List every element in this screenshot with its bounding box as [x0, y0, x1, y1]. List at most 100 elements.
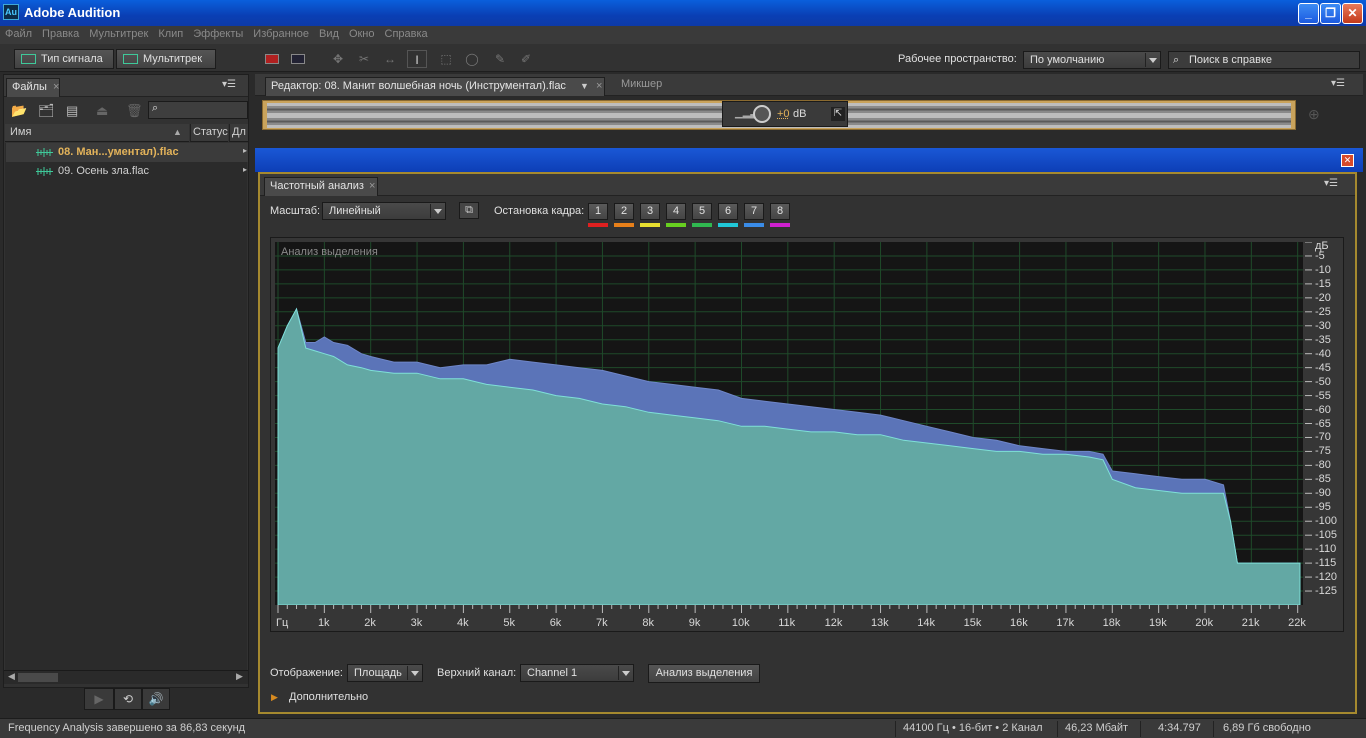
- hold-color-indicator: [614, 223, 634, 227]
- column-name-label: Имя: [10, 126, 32, 138]
- open-folder-icon[interactable]: 📂: [11, 103, 27, 119]
- trash-icon[interactable]: 🗑: [126, 103, 143, 119]
- minimize-button[interactable]: _: [1298, 3, 1319, 24]
- workspace-label: Рабочее пространство:: [898, 53, 1017, 65]
- help-search-input[interactable]: ⌕ Поиск в справке: [1168, 51, 1360, 69]
- x-tick-label: 18k: [1102, 617, 1121, 629]
- waveform-mode-button[interactable]: Тип сигнала: [14, 49, 114, 69]
- brush-tool-icon[interactable]: ✎: [490, 50, 510, 68]
- hold-color-indicator: [692, 223, 712, 227]
- close-window-button[interactable]: ✕: [1342, 3, 1363, 24]
- column-duration[interactable]: Дл: [229, 124, 248, 142]
- time-selection-tool-icon[interactable]: I: [407, 50, 427, 68]
- hold-button-4[interactable]: 4: [666, 203, 686, 220]
- open-append-icon[interactable]: 🗂: [38, 103, 55, 119]
- multitrack-mode-button[interactable]: Мультитрек: [116, 49, 216, 69]
- pin-icon[interactable]: ⇱: [831, 107, 845, 121]
- hold-button-3[interactable]: 3: [640, 203, 660, 220]
- spectral-display-icon[interactable]: [262, 50, 282, 68]
- floating-frame-titlebar[interactable]: ✕: [255, 148, 1363, 172]
- channel-select[interactable]: Channel 1: [520, 664, 634, 682]
- menu-effects[interactable]: Эффекты: [188, 26, 248, 40]
- sort-ascending-icon: ▲: [173, 127, 182, 137]
- channel-label: Верхний канал:: [437, 667, 517, 679]
- column-name[interactable]: Имя ▲: [5, 124, 189, 142]
- x-tick-label: Гц: [276, 617, 289, 629]
- menu-file[interactable]: Файл: [0, 26, 37, 40]
- move-tool-icon[interactable]: ✥: [328, 50, 348, 68]
- list-item[interactable]: 08. Ман...ументал).flac: [6, 143, 248, 162]
- workspace-select[interactable]: По умолчанию: [1023, 51, 1161, 69]
- display-select[interactable]: Площадь: [347, 664, 423, 682]
- tab-editor[interactable]: Редактор: 08. Манит волшебная ночь (Инст…: [265, 77, 605, 96]
- menu-edit[interactable]: Правка: [37, 26, 84, 40]
- advanced-toggle[interactable]: Дополнительно: [289, 691, 368, 703]
- scroll-thumb[interactable]: [18, 673, 58, 682]
- slip-tool-icon[interactable]: ↔: [380, 50, 400, 68]
- y-tick-label: -40: [1315, 347, 1331, 360]
- menu-multitrack[interactable]: Мультитрек: [84, 26, 153, 40]
- y-tick-label: -70: [1315, 431, 1331, 444]
- analyze-selection-button[interactable]: Анализ выделения: [648, 664, 760, 683]
- restore-button[interactable]: ❐: [1320, 3, 1341, 24]
- file-list: 08. Ман...ументал).flac 09. Осень зла.fl…: [5, 143, 248, 671]
- close-icon[interactable]: ×: [596, 78, 602, 95]
- spot-healing-tool-icon[interactable]: ✐: [516, 50, 536, 68]
- volume-knob[interactable]: [753, 105, 771, 123]
- menu-help[interactable]: Справка: [380, 26, 433, 40]
- tab-mixer[interactable]: Микшер: [621, 78, 662, 90]
- expand-triangle-icon[interactable]: ▶: [271, 692, 278, 703]
- close-icon[interactable]: ×: [53, 79, 59, 96]
- gain-value[interactable]: +0: [777, 108, 790, 120]
- autoplay-speaker-button[interactable]: 🔊: [142, 688, 170, 710]
- hold-color-indicator: [770, 223, 790, 227]
- panel-menu-icon[interactable]: ▾☰: [1324, 179, 1338, 189]
- scroll-right-icon[interactable]: ▶: [236, 671, 243, 682]
- close-frame-icon[interactable]: ✕: [1341, 154, 1354, 167]
- zoom-icon[interactable]: ⊕: [1308, 106, 1320, 123]
- x-tick-label: 4k: [456, 617, 469, 629]
- hold-button-1[interactable]: 1: [588, 203, 608, 220]
- loop-button[interactable]: ⟲: [114, 688, 142, 710]
- search-icon: ⌕: [1173, 54, 1180, 66]
- y-tick-label: -30: [1315, 319, 1331, 332]
- menu-bar: Файл Правка Мультитрек Клип Эффекты Избранное…: [0, 26, 1366, 44]
- scale-select[interactable]: Линейный: [322, 202, 446, 220]
- hold-button-5[interactable]: 5: [692, 203, 712, 220]
- menu-window[interactable]: Окно: [344, 26, 380, 40]
- panel-menu-icon[interactable]: ▾☰: [222, 80, 236, 90]
- close-icon[interactable]: ×: [369, 178, 375, 195]
- hold-button-6[interactable]: 6: [718, 203, 738, 220]
- x-tick-label: 6k: [549, 617, 562, 629]
- chevron-down-icon[interactable]: ▼: [580, 78, 589, 95]
- play-button[interactable]: ▶: [84, 688, 114, 710]
- new-file-icon[interactable]: ▤: [66, 103, 78, 119]
- pitch-display-icon[interactable]: [288, 50, 308, 68]
- list-item[interactable]: 09. Осень зла.flac: [6, 162, 248, 181]
- column-status[interactable]: Статус: [190, 124, 228, 142]
- plot-caption: Анализ выделения: [281, 246, 378, 258]
- menu-clip[interactable]: Клип: [153, 26, 188, 40]
- gain-unit: dB: [793, 108, 807, 120]
- x-axis-ruler: [277, 605, 1299, 613]
- files-search-input[interactable]: ⌕: [148, 101, 248, 119]
- tab-files[interactable]: Файлы ×: [6, 78, 60, 97]
- x-tick-label: 14k: [917, 617, 936, 629]
- menu-view[interactable]: Вид: [314, 26, 344, 40]
- x-tick-label: 21k: [1241, 617, 1260, 629]
- panel-menu-icon[interactable]: ▾☰: [1331, 79, 1345, 89]
- lasso-tool-icon[interactable]: ◯: [462, 50, 482, 68]
- editor-tab-label: Редактор: 08. Манит волшебная ночь (Инст…: [271, 80, 566, 92]
- razor-tool-icon[interactable]: ✂: [354, 50, 374, 68]
- scroll-left-icon[interactable]: ◀: [8, 671, 15, 682]
- marquee-tool-icon[interactable]: ⬚: [436, 50, 456, 68]
- horizontal-scrollbar[interactable]: ◀ ▶: [4, 670, 248, 684]
- copy-icon[interactable]: ⧉: [459, 202, 479, 219]
- menu-favorites[interactable]: Избранное: [248, 26, 314, 40]
- tab-frequency-analysis[interactable]: Частотный анализ ×: [264, 177, 378, 196]
- y-tick-label: -95: [1315, 501, 1331, 514]
- hold-button-8[interactable]: 8: [770, 203, 790, 220]
- insert-icon[interactable]: ⏏: [96, 103, 108, 119]
- hold-button-2[interactable]: 2: [614, 203, 634, 220]
- hold-button-7[interactable]: 7: [744, 203, 764, 220]
